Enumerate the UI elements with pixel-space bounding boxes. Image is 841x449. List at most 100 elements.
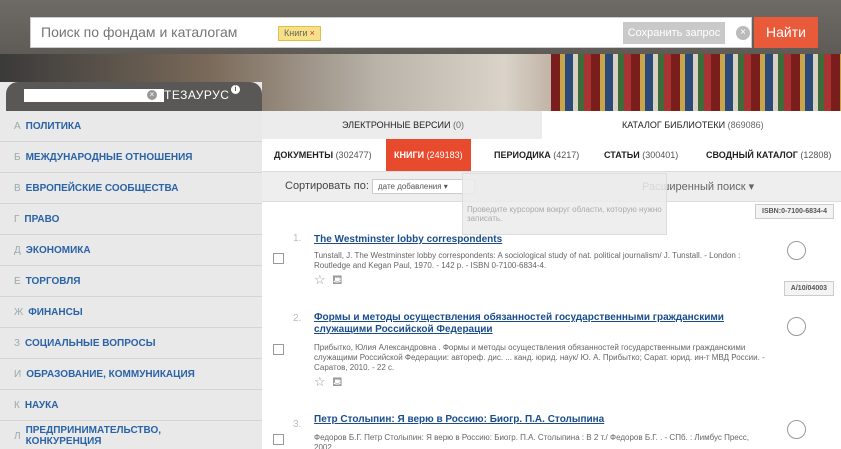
tab-label: СТАТЬИ [604, 150, 640, 160]
category-item[interactable]: Б МЕЖДУНАРОДНЫЕ ОТНОШЕНИЯ [0, 142, 262, 173]
category-label: НАУКА [24, 399, 59, 411]
thesaurus-search-input[interactable] [24, 89, 164, 102]
category-label: ТОРГОВЛЯ [25, 275, 81, 287]
result-description: Федоров Б.Г. Петр Столыпин: Я верю в Рос… [314, 433, 749, 449]
type-tabs: ДОКУМЕНТЫ (302477) КНИГИ (249183) ПЕРИОД… [262, 139, 841, 172]
category-letter: К [14, 399, 20, 411]
capture-hint-overlay: Проведите курсором вокруг области, котор… [462, 173, 667, 235]
thesaurus-clear-icon[interactable]: × [147, 90, 157, 100]
catalog-page: Книги× Сохранить запрос × Найти × ТЕЗАУР… [0, 0, 841, 449]
thesaurus-sidebar: × ТЕЗАУРУС i А ПОЛИТИКА Б МЕЖДУНАРОДНЫЕ ОТ… [0, 82, 262, 449]
category-letter: З [14, 337, 21, 349]
category-item[interactable]: Г ПРАВО [0, 204, 262, 235]
category-label: МЕЖДУНАРОДНЫЕ ОТНОШЕНИЯ [25, 151, 193, 163]
result-title-link[interactable]: Формы и методы осуществления обязанносте… [314, 312, 784, 336]
result-checkbox[interactable] [273, 253, 284, 264]
result-title-link[interactable]: The Westminster lobby correspondents [314, 234, 502, 246]
category-label: ЕВРОПЕЙСКИЕ СООБЩЕСТВА [25, 182, 179, 194]
category-letter: Б [14, 151, 21, 163]
category-item[interactable]: Д ЭКОНОМИКА [0, 235, 262, 266]
category-label: ПРАВО [24, 213, 60, 225]
category-letter: Е [14, 275, 21, 287]
sort-value: дате добавления [378, 182, 442, 191]
tab-count: (0) [452, 120, 464, 130]
results-panel: ЭЛЕКТРОННЫЕ ВЕРСИИ (0) КАТАЛОГ БИБЛИОТЕК… [262, 111, 841, 449]
tab-label: СВОДНЫЙ КАТАЛОГ [706, 150, 798, 160]
tab-label: КНИГИ [394, 150, 425, 160]
bookshelf-image [551, 54, 841, 111]
source-tabs: ЭЛЕКТРОННЫЕ ВЕРСИИ (0) КАТАЛОГ БИБЛИОТЕК… [262, 111, 841, 139]
result-title-link[interactable]: Петр Столыпин: Я верю в Россию: Биогр. П… [314, 414, 604, 426]
thesaurus-label: ТЕЗАУРУС [164, 88, 230, 102]
tab-periodicals[interactable]: ПЕРИОДИКА (4217) [494, 139, 579, 171]
tab-library-catalog[interactable]: КАТАЛОГ БИБЛИОТЕКИ (869086) [622, 111, 764, 139]
category-label: ФИНАНСЫ [28, 306, 83, 318]
tab-label: ПЕРИОДИКА [494, 150, 551, 160]
tab-documents[interactable]: ДОКУМЕНТЫ (302477) [274, 139, 372, 171]
category-label: ЭКОНОМИКА [25, 244, 91, 256]
select-radio[interactable] [787, 317, 806, 336]
category-label: ОБРАЗОВАНИЕ, КОММУНИКАЦИЯ [26, 368, 195, 380]
category-item[interactable]: Л ПРЕДПРИНИМАТЕЛЬСТВО, КОНКУРЕНЦИЯ [0, 421, 262, 449]
shelf-code-badge: A/10/04003 [783, 281, 834, 296]
category-item[interactable]: В ЕВРОПЕЙСКИЕ СООБЩЕСТВА [0, 173, 262, 204]
sort-label: Сортировать по: [285, 180, 369, 192]
filter-tag-label: Книги [284, 28, 308, 38]
find-button[interactable]: Найти [754, 17, 818, 48]
star-icon[interactable]: ☆ [314, 374, 326, 390]
category-label: ПОЛИТИКА [25, 120, 82, 132]
result-number: 3. [293, 419, 302, 430]
category-item[interactable]: Ж ФИНАНСЫ [0, 297, 262, 328]
save-icon[interactable]: ⛾ [332, 272, 343, 290]
result-number: 1. [293, 233, 302, 244]
category-label: ПРЕДПРИНИМАТЕЛЬСТВО, КОНКУРЕНЦИЯ [25, 425, 162, 447]
tab-label: ДОКУМЕНТЫ [274, 150, 334, 160]
category-letter: А [14, 120, 21, 132]
tab-count: (4217) [553, 150, 580, 160]
filter-tag-remove-icon[interactable]: × [310, 28, 315, 38]
star-icon[interactable]: ☆ [314, 272, 326, 288]
result-checkbox[interactable] [273, 434, 284, 445]
tab-books[interactable]: КНИГИ (249183) [386, 139, 471, 171]
tab-count: (300401) [642, 150, 679, 160]
shelf-code-badge: ISBN:0-7100-6834-4 [755, 204, 834, 219]
category-letter: Л [14, 430, 21, 442]
select-radio[interactable] [787, 241, 806, 260]
chevron-down-icon: ▾ [748, 181, 755, 193]
category-item[interactable]: З СОЦИАЛЬНЫЕ ВОПРОСЫ [0, 328, 262, 359]
result-description: Прибытко, Юлия Александровна . Формы и м… [314, 343, 765, 372]
result-description: Tunstall, J. The Westminster lobby corre… [314, 251, 741, 270]
category-label: СОЦИАЛЬНЫЕ ВОПРОСЫ [25, 337, 156, 349]
category-letter: В [14, 182, 21, 194]
search-input[interactable] [41, 24, 271, 40]
select-radio[interactable] [787, 420, 806, 439]
result-checkbox[interactable] [273, 344, 284, 355]
category-item[interactable]: И ОБРАЗОВАНИЕ, КОММУНИКАЦИЯ [0, 359, 262, 390]
sort-select[interactable]: дате добавления ▾ [372, 179, 475, 194]
info-icon[interactable]: i [231, 85, 240, 94]
tab-count: (12808) [800, 150, 832, 160]
category-item[interactable]: К НАУКА [0, 390, 262, 421]
category-item[interactable]: Е ТОРГОВЛЯ [0, 266, 262, 297]
chevron-down-icon: ▾ [443, 182, 448, 191]
tab-label: КАТАЛОГ БИБЛИОТЕКИ [622, 120, 726, 130]
save-query-button[interactable]: Сохранить запрос [623, 22, 725, 44]
category-letter: Г [14, 213, 20, 225]
tab-articles[interactable]: СТАТЬИ (300401) [604, 139, 678, 171]
tab-count: (869086) [727, 120, 764, 130]
filter-tag[interactable]: Книги × [278, 26, 321, 41]
tab-label: ЭЛЕКТРОННЫЕ ВЕРСИИ [342, 120, 451, 130]
category-item[interactable]: А ПОЛИТИКА [0, 111, 262, 142]
result-number: 2. [293, 313, 302, 324]
search-box[interactable]: Книги× Сохранить запрос × [30, 17, 752, 48]
category-list: А ПОЛИТИКА Б МЕЖДУНАРОДНЫЕ ОТНОШЕНИЯ В ЕВРО… [0, 111, 262, 449]
tab-count: (249183) [426, 150, 463, 160]
category-letter: Ж [14, 306, 24, 318]
tab-electronic-versions[interactable]: ЭЛЕКТРОННЫЕ ВЕРСИИ (0) [342, 111, 464, 139]
category-letter: Д [14, 244, 21, 256]
thesaurus-header: × ТЕЗАУРУС i [6, 82, 262, 111]
clear-search-icon[interactable]: × [736, 26, 750, 40]
tab-count: (302477) [335, 150, 372, 160]
save-icon[interactable]: ⛾ [332, 374, 343, 392]
tab-union-catalog[interactable]: СВОДНЫЙ КАТАЛОГ (12808) [706, 139, 831, 171]
